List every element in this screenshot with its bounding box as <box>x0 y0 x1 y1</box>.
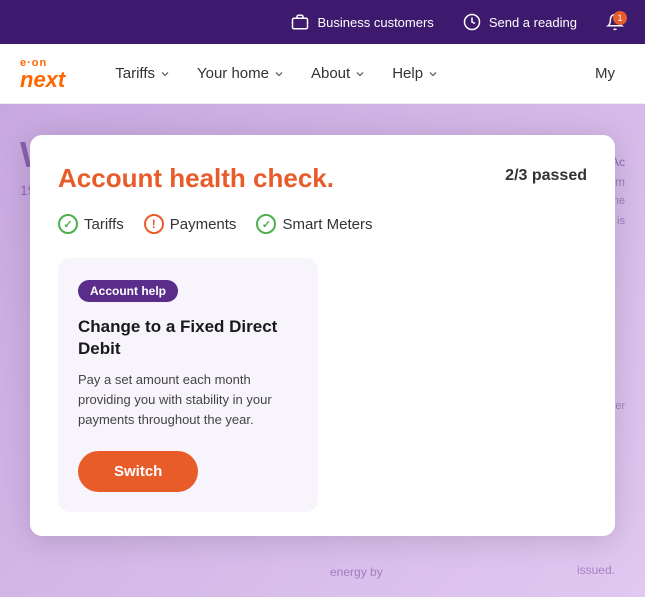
check-items: ✓ Tariffs ! Payments ✓ Smart Meters <box>58 214 587 234</box>
passed-badge: 2/3 passed <box>505 163 587 185</box>
business-customers-link[interactable]: Business customers <box>290 12 433 32</box>
check-item-payments: ! Payments <box>144 214 237 234</box>
check-ok-icon-smart-meters: ✓ <box>256 214 276 234</box>
bg-energy: energy by <box>330 565 383 579</box>
nav-items: Tariffs Your home About Help My <box>105 59 625 88</box>
modal-title: Account health check. <box>58 163 334 194</box>
suggestion-card: Account help Change to a Fixed Direct De… <box>58 258 318 512</box>
nav-item-help[interactable]: Help <box>382 59 449 88</box>
card-title: Change to a Fixed Direct Debit <box>78 316 298 360</box>
logo-next: next <box>20 69 65 91</box>
bell-icon: 1 <box>605 12 625 32</box>
card-description: Pay a set amount each month providing yo… <box>78 370 298 430</box>
bg-bottom-text: issued. <box>577 563 615 577</box>
nav-bar: e·on next Tariffs Your home About Help M… <box>0 44 645 104</box>
modal-header: Account health check. 2/3 passed <box>58 163 587 194</box>
meter-icon <box>462 12 482 32</box>
account-health-modal: Account health check. 2/3 passed ✓ Tarif… <box>30 135 615 536</box>
check-label-payments: Payments <box>170 216 237 233</box>
switch-button[interactable]: Switch <box>78 451 198 492</box>
briefcase-icon <box>290 12 310 32</box>
check-item-smart-meters: ✓ Smart Meters <box>256 214 372 234</box>
card-tag: Account help <box>78 280 178 302</box>
send-reading-label: Send a reading <box>489 15 577 30</box>
nav-item-tariffs[interactable]: Tariffs <box>105 59 181 88</box>
notification-badge: 1 <box>613 11 627 25</box>
nav-item-my[interactable]: My <box>585 59 625 88</box>
check-item-tariffs: ✓ Tariffs <box>58 214 124 234</box>
business-customers-label: Business customers <box>317 15 433 30</box>
top-bar: Business customers Send a reading 1 <box>0 0 645 44</box>
logo[interactable]: e·on next <box>20 57 65 91</box>
nav-item-about[interactable]: About <box>301 59 376 88</box>
nav-item-your-home[interactable]: Your home <box>187 59 295 88</box>
check-warn-icon-payments: ! <box>144 214 164 234</box>
check-label-smart-meters: Smart Meters <box>282 216 372 233</box>
notification-bell[interactable]: 1 <box>605 12 625 32</box>
check-ok-icon-tariffs: ✓ <box>58 214 78 234</box>
check-label-tariffs: Tariffs <box>84 216 124 233</box>
bg-issued: issued. <box>577 563 615 577</box>
send-reading-link[interactable]: Send a reading <box>462 12 577 32</box>
